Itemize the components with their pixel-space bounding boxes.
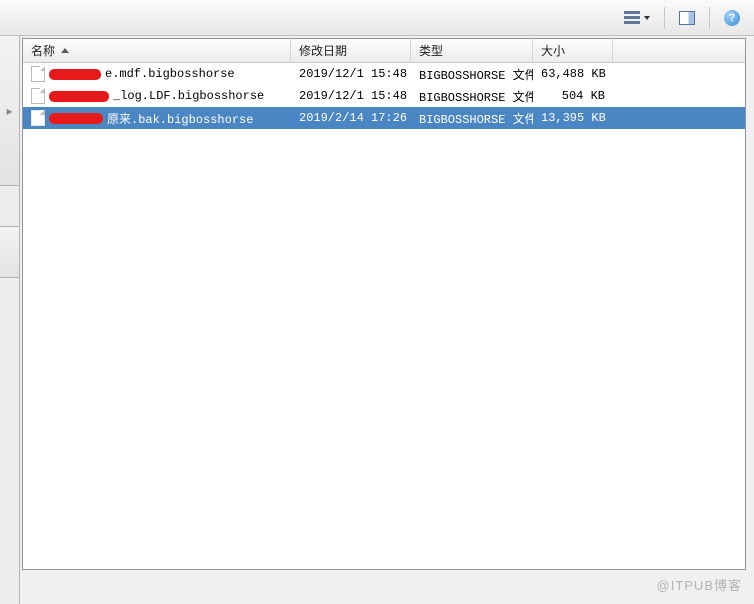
file-size-cell: 13,395 KB — [533, 111, 613, 125]
help-button[interactable]: ? — [718, 6, 746, 30]
column-header-type[interactable]: 类型 — [411, 39, 533, 62]
column-label: 类型 — [419, 42, 443, 59]
separator — [709, 7, 710, 29]
file-row[interactable]: _log.LDF.bigbosshorse 2019/12/1 15:48BIGB… — [23, 85, 745, 107]
help-icon: ? — [724, 10, 740, 26]
file-type-cell: BIGBOSSHORSE 文件 — [411, 110, 533, 127]
file-name-cell: _log.LDF.bigbosshorse — [23, 88, 291, 104]
view-mode-button[interactable] — [618, 7, 656, 29]
file-name-cell: 原来.bak.bigbosshorse — [23, 110, 291, 127]
file-date-cell: 2019/2/14 17:26 — [291, 111, 411, 125]
column-label: 名称 — [31, 42, 55, 59]
column-label: 大小 — [541, 42, 565, 59]
file-row[interactable]: e.mdf.bigbosshorse 2019/12/1 15:48BIGBOSS… — [23, 63, 745, 85]
file-rows-container: e.mdf.bigbosshorse2019/12/1 15:48BIGBOSS… — [23, 63, 745, 569]
file-icon — [31, 66, 45, 82]
file-type-cell: BIGBOSSHORSE 文件 — [411, 88, 533, 105]
file-icon — [31, 88, 45, 104]
main-area: ▸ 名称 修改日期 类型 大小 e.mdf.bigbosshorse 2019/1… — [0, 36, 754, 604]
file-size-cell: 63,488 KB — [533, 67, 613, 81]
file-name-suffix: _log.LDF.bigbosshorse — [113, 89, 264, 103]
file-row[interactable]: 原来.bak.bigbosshorse 2019/2/14 17:26BIGBOS… — [23, 107, 745, 129]
file-name-suffix: e.mdf.bigbosshorse — [105, 67, 235, 81]
toolbar: ? — [0, 0, 754, 36]
file-size-cell: 504 KB — [533, 89, 613, 103]
column-header-date[interactable]: 修改日期 — [291, 39, 411, 62]
column-header-size[interactable]: 大小 — [533, 39, 613, 62]
nav-handle[interactable]: ▸ — [0, 36, 19, 186]
file-name-suffix: 原来.bak.bigbosshorse — [107, 110, 253, 127]
column-label: 修改日期 — [299, 42, 347, 59]
chevron-down-icon — [644, 16, 650, 20]
watermark: @ITPUB博客 — [657, 575, 742, 594]
column-header-row: 名称 修改日期 类型 大小 — [23, 39, 745, 63]
file-date-cell: 2019/12/1 15:48 — [291, 67, 411, 81]
panel-icon — [679, 11, 695, 25]
column-header-extra[interactable] — [613, 39, 745, 62]
file-name-cell: e.mdf.bigbosshorse — [23, 66, 291, 82]
sort-asc-icon — [61, 48, 69, 53]
file-icon — [31, 110, 45, 126]
column-header-name[interactable]: 名称 — [23, 39, 291, 62]
redacted-text — [49, 69, 101, 80]
redacted-text — [49, 91, 109, 102]
file-type-cell: BIGBOSSHORSE 文件 — [411, 66, 533, 83]
collapsed-nav-pane[interactable]: ▸ — [0, 36, 20, 604]
file-list-panel: 名称 修改日期 类型 大小 e.mdf.bigbosshorse 2019/12/… — [22, 38, 746, 570]
file-date-cell: 2019/12/1 15:48 — [291, 89, 411, 103]
separator — [664, 7, 665, 29]
preview-pane-button[interactable] — [673, 7, 701, 29]
nav-handle-2[interactable] — [0, 226, 19, 278]
redacted-text — [49, 113, 103, 124]
list-view-icon — [624, 11, 640, 25]
